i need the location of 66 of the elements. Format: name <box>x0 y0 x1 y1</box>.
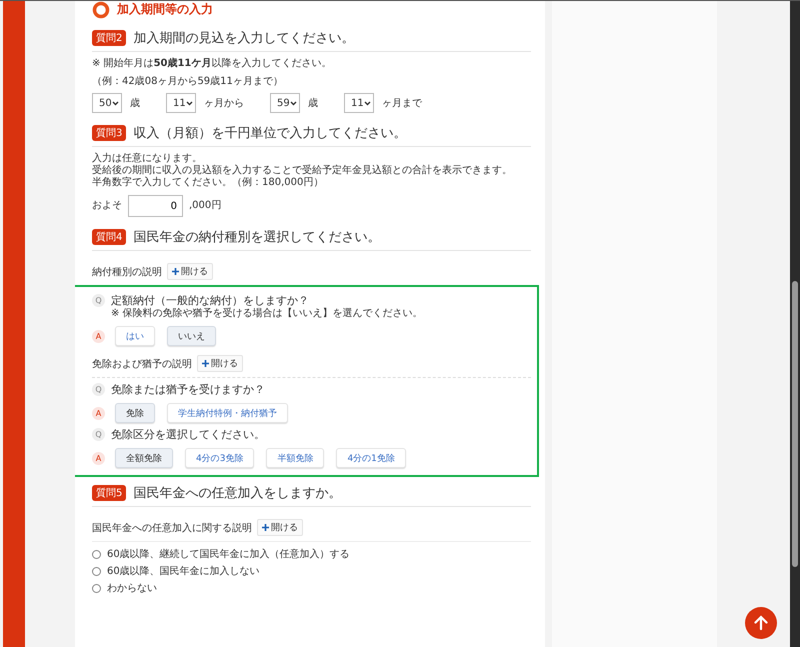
radio-button[interactable] <box>92 584 101 593</box>
explanation-label: 納付種別の説明 <box>92 266 162 278</box>
caret-icon <box>112 100 119 106</box>
select-field[interactable]: 11 <box>344 93 374 113</box>
arrow-up-icon <box>753 615 769 631</box>
prefix-label: およそ <box>92 200 122 212</box>
question-badge: 質問4 <box>92 229 126 245</box>
plus-icon <box>172 268 179 275</box>
example-text: （例：42歳08ヶ月から59歳11ヶ月まで） <box>92 76 284 88</box>
question-badge: 質問5 <box>92 485 126 501</box>
answer-option[interactable]: はい <box>115 326 155 346</box>
answer-option[interactable]: 学生納付特例・納付猶予 <box>167 403 288 423</box>
open-button[interactable]: 開ける <box>167 263 213 280</box>
answer-option[interactable]: 4分の1免除 <box>336 448 406 468</box>
question-mark-circle: Q <box>92 383 105 396</box>
open-button[interactable]: 開ける <box>197 355 243 372</box>
answer-option[interactable]: 免除 <box>115 403 155 423</box>
info-text: 入力は任意になります。 <box>92 153 203 164</box>
unit-label: ヶ月まで <box>382 97 422 110</box>
back-to-top-button[interactable] <box>745 607 777 639</box>
select-field[interactable]: 59 <box>270 93 300 113</box>
sub-question: 免除または猶予を受けますか？ <box>111 383 265 397</box>
question-title: 加入期間の見込を入力してください。 <box>133 30 354 47</box>
ring-icon <box>92 1 110 18</box>
info-text: 受給後の期間に収入の見込額を入力することで受給予定年金見込額との合計を表示できます。 <box>92 165 513 176</box>
explanation-label: 免除および猶予の説明 <box>92 358 192 370</box>
scrollbar[interactable] <box>790 1 800 647</box>
unit-label: 歳 <box>130 96 140 110</box>
sub-question: 定額納付（一般的な納付）をしますか？ <box>111 294 310 308</box>
caret-icon <box>186 100 193 106</box>
answer-option[interactable]: 全額免除 <box>115 448 173 468</box>
question-title: 収入（月額）を千円単位で入力してください。 <box>133 125 406 142</box>
radio-label: わからない <box>107 582 157 594</box>
answer-mark-circle: A <box>92 406 105 420</box>
info-text: 半角数字で入力してください。（例：180,000円） <box>92 177 324 189</box>
caret-icon <box>364 100 371 106</box>
amount-field[interactable]: 0 <box>128 195 183 217</box>
caret-icon <box>290 100 297 106</box>
suffix-label: ,000円 <box>189 200 222 212</box>
answer-option[interactable]: いいえ <box>167 326 216 346</box>
unit-label: 歳 <box>308 96 318 110</box>
question-title: 国民年金の納付種別を選択してください。 <box>133 229 380 246</box>
question-title: 国民年金への任意加入をしますか。 <box>133 485 342 502</box>
open-button[interactable]: 開ける <box>257 519 303 536</box>
plus-icon <box>262 524 269 531</box>
radio-label: 60歳以降、継続して国民年金に加入（任意加入）する <box>107 548 350 560</box>
note-text: ※ 開始年月は50歳11ケ月以降を入力してください。 <box>92 58 332 70</box>
answer-option[interactable]: 4分の3免除 <box>185 448 254 468</box>
question-mark-circle: Q <box>92 294 105 307</box>
radio-button[interactable] <box>92 550 101 559</box>
note-text: ※ 保険料の免除や猶予を受ける場合は【いいえ】を選んでください。 <box>111 308 423 320</box>
radio-button[interactable] <box>92 567 101 576</box>
sub-question: 免除区分を選択してください。 <box>111 428 265 442</box>
section-title: 加入期間等の入力 <box>117 1 213 18</box>
explanation-label: 国民年金への任意加入に関する説明 <box>92 522 252 534</box>
plus-icon <box>202 360 209 367</box>
answer-mark-circle: A <box>92 452 105 464</box>
question-badge: 質問2 <box>92 30 126 46</box>
answer-mark-circle: A <box>92 330 105 342</box>
question-mark-circle: Q <box>92 428 105 441</box>
answer-option[interactable]: 半額免除 <box>266 448 324 468</box>
question-badge: 質問3 <box>92 125 126 141</box>
radio-label: 60歳以降、国民年金に加入しない <box>107 566 260 578</box>
select-field[interactable]: 50 <box>92 93 122 113</box>
select-field[interactable]: 11 <box>166 93 196 113</box>
unit-label: ヶ月から <box>204 97 244 110</box>
